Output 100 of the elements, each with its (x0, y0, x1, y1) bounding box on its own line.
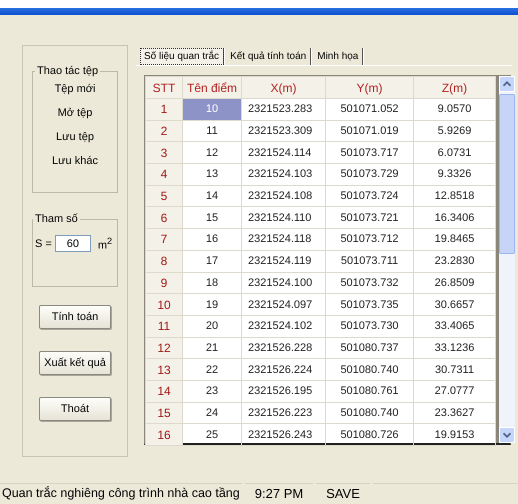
table-cell: 5.9269 (414, 120, 496, 142)
table-cell: 33.4065 (414, 315, 496, 338)
table-cell: 501073.721 (326, 206, 414, 229)
table-cell: 26.8509 (414, 272, 496, 294)
table-cell: 23.2830 (414, 250, 496, 272)
action-button[interactable]: Thoát (39, 397, 111, 421)
status-text: Quan trắc nghiêng công trình nhà cao tầng (0, 483, 242, 504)
table-cell: 30.7311 (414, 358, 496, 380)
column-header: STT (146, 76, 182, 98)
row-number: 3 (146, 142, 182, 164)
table-cell: 2321524.119 (242, 250, 326, 272)
row-number: 15 (146, 402, 182, 424)
table-cell: 2321524.108 (242, 185, 326, 207)
status-text: 9:27 PM (245, 483, 313, 504)
table-cell: 501071.052 (326, 98, 414, 120)
column-header: Y(m) (326, 76, 414, 98)
table-cell: 2321526.195 (242, 380, 326, 402)
column-header: Tên điểm (182, 76, 242, 98)
row-number: 1 (146, 98, 182, 120)
table-cell: 2321526.224 (242, 358, 326, 380)
table-cell: 30.6657 (414, 294, 496, 316)
tab[interactable]: Kết quả tính toán (226, 48, 312, 65)
table-cell: 501080.737 (326, 337, 414, 359)
status-text: SAVE (316, 483, 370, 504)
table-cell: 501073.729 (326, 164, 414, 186)
table-cell: 2321524.110 (242, 206, 326, 229)
table-cell: 22 (182, 358, 242, 380)
table-cell: 21 (182, 337, 242, 359)
table-cell: 18 (182, 272, 242, 294)
table-cell: 6.0731 (414, 142, 496, 164)
table-cell: 33.1236 (414, 337, 496, 359)
area-input-field[interactable]: 60 (54, 235, 91, 252)
table-cell: 25 (182, 424, 242, 446)
row-number: 12 (146, 337, 182, 359)
table-cell: 13 (182, 164, 242, 186)
table-cell: 9.0570 (414, 98, 496, 120)
group-title: Thao tác tệp (36, 65, 100, 77)
file-action-button[interactable]: Lưu tệp (52, 127, 98, 147)
table-cell: 501071.019 (326, 120, 414, 142)
table-cell: 2321524.100 (242, 272, 326, 294)
table-cell: 11 (182, 120, 242, 142)
file-action-button[interactable]: Tệp mới (50, 79, 100, 99)
row-number: 2 (146, 120, 182, 142)
table-cell: 501073.711 (326, 250, 414, 272)
row-number: 10 (146, 294, 182, 316)
table-cell: 501073.730 (326, 315, 414, 338)
row-number: 4 (146, 164, 182, 186)
table-cell: 12 (182, 142, 242, 164)
table-cell: 9.3326 (414, 164, 496, 186)
table-cell: 15 (182, 206, 242, 229)
tab[interactable]: Minh họa (313, 48, 364, 65)
vertical-scrollbar[interactable] (496, 76, 515, 443)
table-cell: 501073.735 (326, 294, 414, 316)
scroll-down-icon[interactable] (499, 427, 515, 443)
row-number: 7 (146, 228, 182, 250)
column-header: X(m) (242, 76, 326, 98)
table-cell: 2321526.243 (242, 424, 326, 446)
table-cell: 2321524.114 (242, 142, 326, 164)
action-button[interactable]: Xuất kết quả (39, 351, 111, 375)
table-cell: 16.3406 (414, 206, 496, 229)
table-cell: 2321524.103 (242, 164, 326, 186)
table-cell: 501073.712 (326, 228, 414, 250)
table-cell: 2321526.223 (242, 402, 326, 424)
scroll-up-icon[interactable] (499, 76, 515, 92)
table-cell: 12.8518 (414, 185, 496, 207)
row-number: 6 (146, 206, 182, 229)
table-cell: 2321524.102 (242, 315, 326, 338)
group-title: Tham số (34, 213, 79, 225)
table-cell: 501080.726 (326, 424, 414, 446)
table-cell: 17 (182, 250, 242, 272)
table-cell: 2321524.097 (242, 294, 326, 316)
table-cell: 23 (182, 380, 242, 402)
row-number: 13 (146, 358, 182, 380)
table-cell: 501080.740 (326, 358, 414, 380)
table-cell: 10 (182, 98, 242, 120)
table-cell: 14 (182, 185, 242, 207)
table-cell: 19.8465 (414, 228, 496, 250)
row-number: 16 (146, 424, 182, 446)
table-cell: 24 (182, 402, 242, 424)
table-cell: 501073.732 (326, 272, 414, 294)
table-cell: 2321526.228 (242, 337, 326, 359)
table-cell: 19.9153 (414, 424, 496, 446)
file-action-button[interactable]: Mở tệp (54, 103, 96, 123)
table-cell: 19 (182, 294, 242, 316)
row-number: 9 (146, 272, 182, 294)
row-number: 5 (146, 185, 182, 207)
action-button[interactable]: Tính toán (39, 305, 111, 329)
table-cell: 27.0777 (414, 380, 496, 402)
tab[interactable]: Số liệu quan trắc (140, 48, 224, 65)
table-cell: 501080.761 (326, 380, 414, 402)
column-header: Z(m) (414, 76, 496, 98)
table-cell: 23.3627 (414, 402, 496, 424)
table-cell: 16 (182, 228, 242, 250)
table-cell: 501073.724 (326, 185, 414, 207)
table-cell: 20 (182, 315, 242, 338)
table-cell: 2321523.309 (242, 120, 326, 142)
table-cell: 2321523.283 (242, 98, 326, 120)
file-action-button[interactable]: Lưu khác (48, 151, 102, 171)
field-label: S = (35, 238, 52, 250)
table-cell: 501080.740 (326, 402, 414, 424)
